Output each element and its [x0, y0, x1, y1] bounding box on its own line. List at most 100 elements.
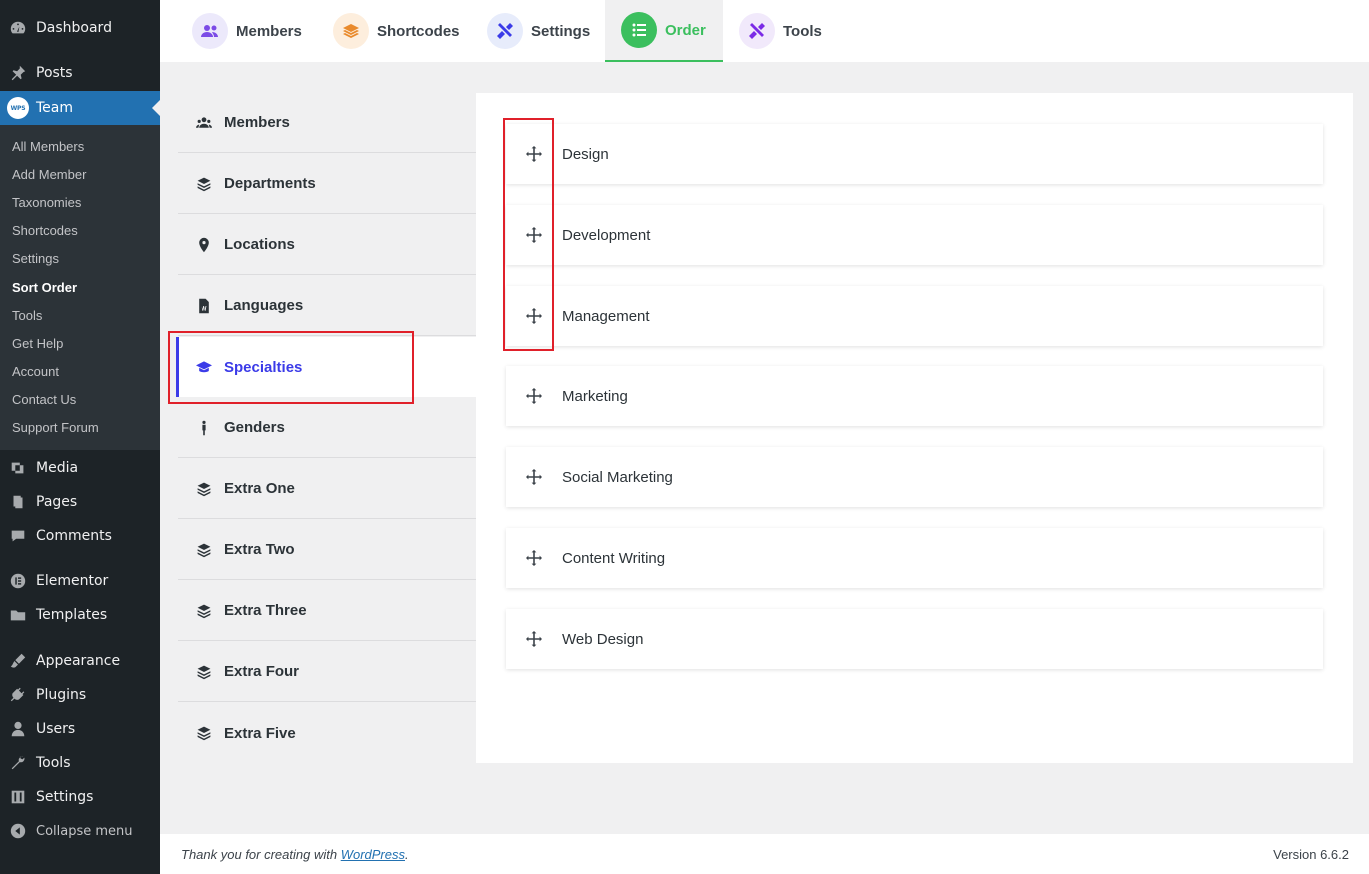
menu-plugins[interactable]: Plugins [0, 678, 160, 712]
submenu-taxonomies[interactable]: Taxonomies [12, 195, 81, 210]
nav-item-extra-two[interactable]: Extra Two [178, 520, 476, 580]
menu-team[interactable]: WPS Team [0, 91, 160, 125]
wordpress-link[interactable]: WordPress [341, 847, 405, 862]
user-icon [0, 720, 36, 738]
menu-dashboard-label: Dashboard [36, 20, 112, 36]
move-handle-icon[interactable] [506, 550, 562, 566]
term-label: Web Design [562, 630, 644, 648]
nav-item-extra-four[interactable]: Extra Four [178, 642, 476, 702]
submenu-shortcodes[interactable]: Shortcodes [12, 223, 78, 238]
sortable-term-row[interactable]: Social Marketing [506, 447, 1323, 507]
nav-item-departments[interactable]: Departments [178, 154, 476, 214]
menu-tools[interactable]: Tools [0, 746, 160, 780]
menu-settings[interactable]: Settings [0, 780, 160, 814]
collapse-menu-label: Collapse menu [36, 823, 133, 839]
menu-appearance-label: Appearance [36, 653, 121, 669]
term-label: Management [562, 307, 650, 325]
menu-posts[interactable]: Posts [0, 56, 160, 90]
move-handle-icon[interactable] [506, 388, 562, 404]
layers-icon [196, 481, 224, 497]
sortable-term-row[interactable]: Management [506, 286, 1323, 346]
layers-icon [196, 603, 224, 619]
submenu-settings[interactable]: Settings [12, 251, 59, 266]
term-label: Social Marketing [562, 468, 673, 486]
footer-version: Version 6.6.2 [1273, 847, 1349, 862]
nav-item-languages[interactable]: Languages [178, 276, 476, 336]
comments-icon [0, 527, 36, 545]
sortable-term-row[interactable]: Web Design [506, 609, 1323, 669]
admin-sidebar: Dashboard Posts WPS Team All Members Add… [0, 0, 160, 874]
tab-members[interactable]: Members [176, 0, 318, 62]
move-handle-icon[interactable] [506, 631, 562, 647]
layers-icon [196, 664, 224, 680]
admin-footer: Thank you for creating with WordPress. V… [160, 834, 1369, 874]
users-icon [196, 115, 224, 131]
sortable-term-row[interactable]: Development [506, 205, 1323, 265]
nav-item-extra-five[interactable]: Extra Five [178, 703, 476, 763]
nav-item-label: Genders [224, 419, 285, 436]
nav-item-label: Specialties [224, 358, 303, 376]
sort-order-panel: Design Development Management Marketing … [476, 93, 1353, 763]
submenu-tools[interactable]: Tools [12, 308, 42, 323]
nav-item-label: Languages [224, 297, 304, 314]
nav-item-label: Extra Two [224, 541, 295, 558]
menu-media[interactable]: Media [0, 451, 160, 485]
pages-icon [0, 493, 36, 511]
dashboard-icon [0, 19, 36, 37]
tab-shortcodes[interactable]: Shortcodes [317, 0, 476, 62]
tab-order[interactable]: Order [605, 0, 723, 62]
tools-icon [487, 13, 523, 49]
submenu-sort-order[interactable]: Sort Order [12, 280, 77, 295]
menu-pages[interactable]: Pages [0, 485, 160, 519]
submenu-all-members[interactable]: All Members [12, 139, 84, 154]
move-handle-icon[interactable] [506, 146, 562, 162]
collapse-menu-button[interactable]: Collapse menu [0, 814, 160, 848]
menu-templates[interactable]: Templates [0, 598, 160, 632]
submenu-account[interactable]: Account [12, 364, 59, 379]
nav-item-extra-three[interactable]: Extra Three [178, 581, 476, 641]
menu-dashboard[interactable]: Dashboard [0, 11, 160, 45]
nav-item-label: Extra Four [224, 663, 300, 680]
menu-appearance[interactable]: Appearance [0, 644, 160, 678]
nav-item-members[interactable]: Members [178, 93, 476, 153]
nav-item-genders[interactable]: Genders [178, 398, 476, 458]
menu-elementor[interactable]: Elementor [0, 564, 160, 598]
settings-icon [0, 788, 36, 806]
sortable-term-row[interactable]: Content Writing [506, 528, 1323, 588]
move-handle-icon[interactable] [506, 227, 562, 243]
word-file-icon [196, 298, 224, 314]
tab-tools[interactable]: Tools [723, 0, 838, 62]
taxonomy-nav: Members Departments Locations Languages … [176, 93, 476, 763]
nav-item-specialties[interactable]: Specialties [176, 337, 476, 397]
submenu-support-forum[interactable]: Support Forum [12, 420, 99, 435]
term-label: Marketing [562, 387, 628, 405]
folder-icon [0, 606, 36, 624]
layers-icon [196, 725, 224, 741]
submenu-get-help[interactable]: Get Help [12, 336, 63, 351]
submenu-add-member[interactable]: Add Member [12, 167, 86, 182]
tab-order-label: Order [665, 21, 706, 39]
move-handle-icon[interactable] [506, 469, 562, 485]
sortable-term-row[interactable]: Marketing [506, 366, 1323, 426]
term-label: Content Writing [562, 549, 666, 567]
tab-settings[interactable]: Settings [471, 0, 606, 62]
team-badge: WPS [7, 97, 29, 119]
menu-posts-label: Posts [36, 65, 73, 81]
menu-comments[interactable]: Comments [0, 519, 160, 553]
menu-templates-label: Templates [36, 607, 108, 623]
nav-item-extra-one[interactable]: Extra One [178, 459, 476, 519]
term-label: Design [562, 145, 609, 163]
layers-icon [196, 542, 224, 558]
nav-item-locations[interactable]: Locations [178, 215, 476, 275]
sortable-term-row[interactable]: Design [506, 124, 1323, 184]
map-pin-icon [196, 237, 224, 253]
layers-icon [196, 176, 224, 192]
tab-tools-label: Tools [783, 22, 822, 40]
tab-shortcodes-label: Shortcodes [377, 22, 460, 40]
move-handle-icon[interactable] [506, 308, 562, 324]
menu-users[interactable]: Users [0, 712, 160, 746]
menu-team-label: Team [36, 100, 74, 116]
menu-plugins-label: Plugins [36, 687, 87, 703]
nav-item-label: Members [224, 114, 290, 131]
submenu-contact-us[interactable]: Contact Us [12, 392, 76, 407]
